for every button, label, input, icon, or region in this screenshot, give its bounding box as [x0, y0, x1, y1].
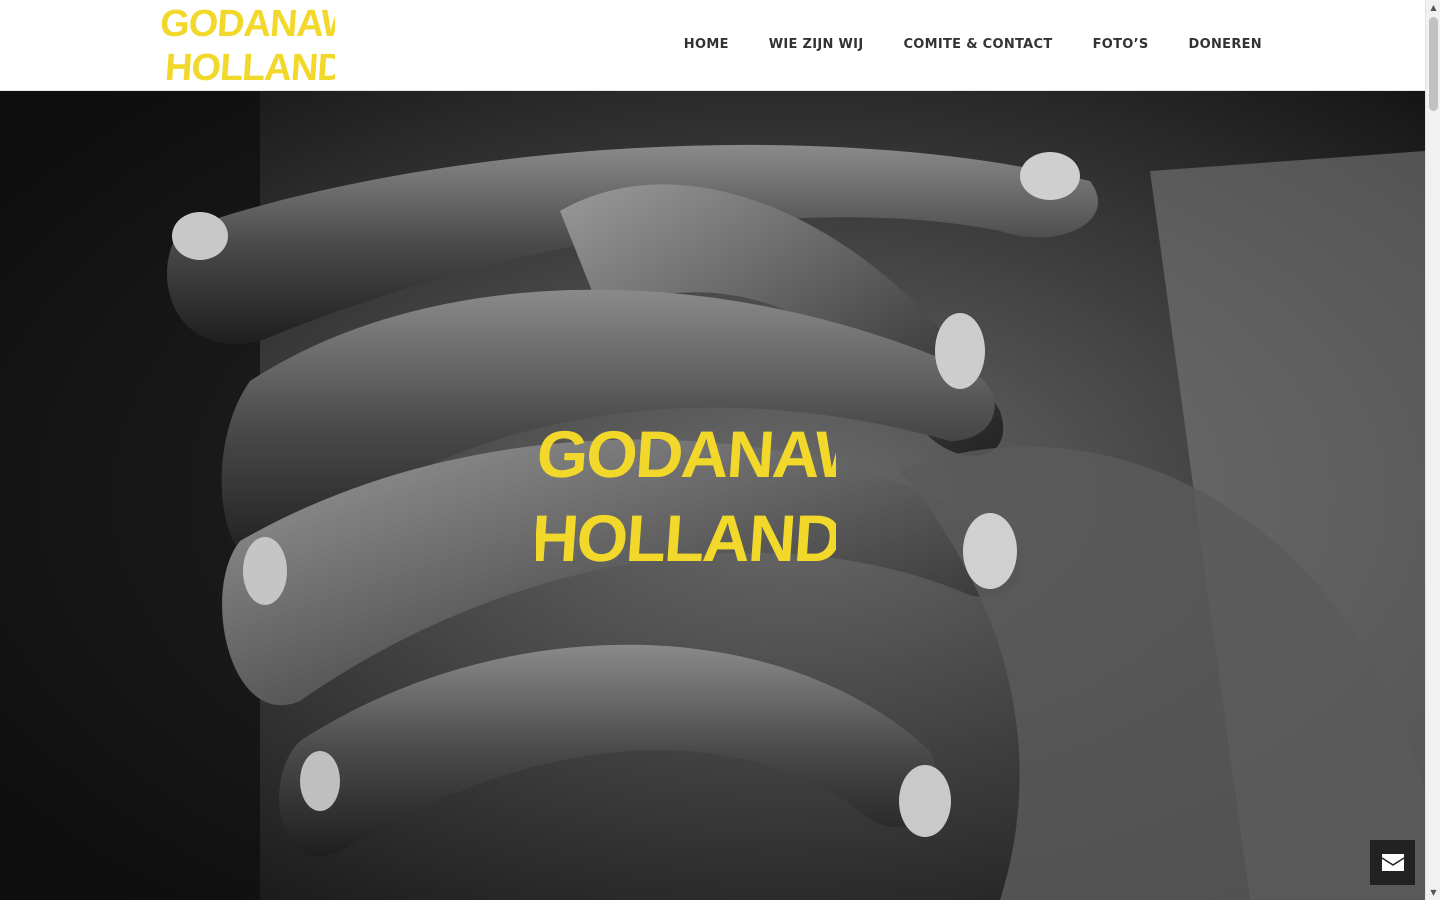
hero-title-line2: HOLLAND	[536, 502, 836, 573]
site-header: GODANAW HOLLAND HOME WIE ZIJN WIJ COMITE…	[0, 0, 1425, 91]
hero-logo: GODANAW HOLLAND	[536, 418, 836, 573]
nav-item-doneren[interactable]: DONEREN	[1169, 0, 1282, 90]
nav-item-comite-contact[interactable]: COMITE & CONTACT	[883, 0, 1072, 90]
page-scrollbar[interactable]: ▲ ▼	[1425, 0, 1440, 900]
nav-item-wie-zijn-wij[interactable]: WIE ZIJN WIJ	[749, 0, 884, 90]
scroll-thumb[interactable]	[1429, 17, 1438, 111]
site-logo[interactable]: GODANAW HOLLAND	[160, 0, 335, 90]
scroll-up-arrow-icon[interactable]: ▲	[1426, 0, 1440, 15]
hero-title-line1: GODANAW	[536, 418, 836, 492]
contact-button[interactable]	[1370, 840, 1415, 885]
logo-line2: HOLLAND	[164, 47, 335, 89]
nav-item-fotos[interactable]: FOTO’S	[1073, 0, 1169, 90]
logo-line1: GODANAW	[160, 3, 335, 45]
main-nav: HOME WIE ZIJN WIJ COMITE & CONTACT FOTO’…	[664, 0, 1282, 90]
envelope-icon	[1381, 854, 1404, 871]
nav-item-home[interactable]: HOME	[664, 0, 749, 90]
scroll-down-arrow-icon[interactable]: ▼	[1426, 885, 1440, 900]
hero-section: GODANAW HOLLAND	[0, 91, 1425, 900]
